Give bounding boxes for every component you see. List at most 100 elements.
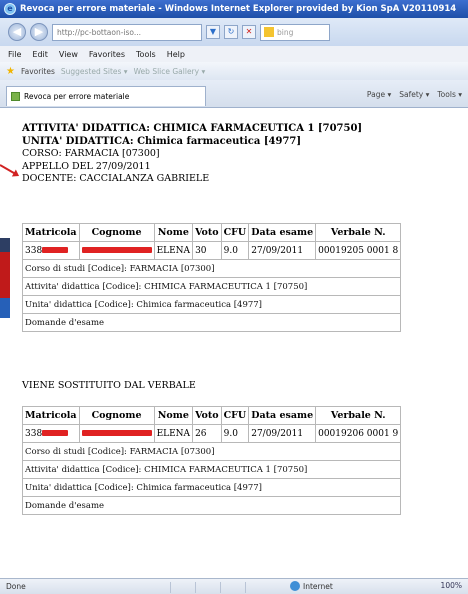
cell-domande: Domande d'esame <box>21 313 402 332</box>
cell-cognome <box>78 241 155 260</box>
table-row: Corso di studi [Codice]: FARMACIA [07300… <box>21 259 402 278</box>
cell-matricola: 338 <box>22 424 80 443</box>
status-divider <box>245 582 246 593</box>
heading-course: CORSO: FARMACIA [07300] <box>22 148 160 159</box>
table-row: Attivita' didattica [Codice]: CHIMICA FA… <box>21 460 402 479</box>
status-divider <box>170 582 171 593</box>
col-data-esame: Data esame <box>248 406 317 425</box>
col-data-esame: Data esame <box>248 223 317 242</box>
gutter-blue-block <box>0 298 10 318</box>
col-cognome: Cognome <box>78 406 155 425</box>
col-cfu: CFU <box>220 406 250 425</box>
gutter-close-icon[interactable] <box>0 238 10 252</box>
favorites-button[interactable]: Favorites <box>21 67 55 76</box>
search-provider-icon <box>264 27 274 37</box>
refresh-button[interactable]: ↻ <box>224 25 238 39</box>
suggested-sites-link[interactable]: Suggested Sites ▾ <box>61 67 128 76</box>
status-bar: Done Internet 100% <box>0 578 468 594</box>
table-row: Unita' didattica [Codice]: Chimica farma… <box>21 295 402 314</box>
menu-file[interactable]: File <box>8 50 21 59</box>
cell-attivita: Attivita' didattica [Codice]: CHIMICA FA… <box>21 460 402 479</box>
col-cfu: CFU <box>220 223 250 242</box>
cell-data-esame: 27/09/2011 <box>248 424 317 443</box>
heading-teacher: DOCENTE: CACCIALANZA GABRIELE <box>22 173 210 184</box>
page-favicon-icon <box>11 92 20 101</box>
cell-cognome <box>78 424 155 443</box>
table-row: 338 ELENA 26 9.0 27/09/2011 00019206 000… <box>22 424 402 443</box>
annotation-arrow-icon <box>0 164 18 176</box>
left-gutter <box>0 238 10 373</box>
menu-tools[interactable]: Tools <box>136 50 156 59</box>
table-row: Corso di studi [Codice]: FARMACIA [07300… <box>21 442 402 461</box>
cell-attivita: Attivita' didattica [Codice]: CHIMICA FA… <box>21 277 402 296</box>
col-verbale: Verbale N. <box>315 406 402 425</box>
record-table-replacement: Matricola Cognome Nome Voto CFU Data esa… <box>21 406 402 515</box>
address-dropdown-button[interactable]: ▼ <box>206 25 220 39</box>
cell-nome: ELENA <box>153 424 194 443</box>
cell-voto: 30 <box>192 241 222 260</box>
menu-favorites[interactable]: Favorites <box>89 50 125 59</box>
heading-unit: UNITA' DIDATTICA: Chimica farmaceutica [… <box>22 135 302 147</box>
redaction-mark <box>81 430 152 436</box>
col-cognome: Cognome <box>78 223 155 242</box>
cell-cfu: 9.0 <box>220 241 250 260</box>
zone-label: Internet <box>303 581 333 591</box>
menu-view[interactable]: View <box>59 50 78 59</box>
cell-domande: Domande d'esame <box>21 496 402 515</box>
substitution-label: VIENE SOSTITUITO DAL VERBALE <box>22 380 196 391</box>
matricola-value: 338 <box>25 428 43 439</box>
zoom-level[interactable]: 100% <box>441 581 462 590</box>
menu-edit[interactable]: Edit <box>32 50 48 59</box>
window-title: Revoca per errore materiale - Windows In… <box>20 4 457 14</box>
tab-revoca[interactable]: Revoca per errore materiale <box>6 86 206 106</box>
record-table-original: Matricola Cognome Nome Voto CFU Data esa… <box>21 223 402 332</box>
table-row: Domande d'esame <box>21 313 402 332</box>
search-placeholder: bing <box>277 27 294 37</box>
tab-bar: Revoca per errore materiale Page ▾ Safet… <box>0 80 468 108</box>
heading-session: APPELLO DEL 27/09/2011 <box>22 160 151 172</box>
favorites-star-icon: ★ <box>6 65 15 77</box>
stop-button[interactable]: ✕ <box>242 25 256 39</box>
table-header-row: Matricola Cognome Nome Voto CFU Data esa… <box>22 223 402 242</box>
cell-verbale: 00019206 0001 9 <box>315 424 402 443</box>
status-divider <box>195 582 196 593</box>
status-divider <box>220 582 221 593</box>
menu-help[interactable]: Help <box>167 50 185 59</box>
cell-unita: Unita' didattica [Codice]: Chimica farma… <box>21 295 402 314</box>
ie-logo-icon: e <box>4 3 16 15</box>
table-row: 338 ELENA 30 9.0 27/09/2011 00019205 000… <box>22 241 402 260</box>
back-button[interactable]: ◀ <box>8 23 26 41</box>
exam-heading: ATTIVITA' DIDATTICA: CHIMICA FARMACEUTIC… <box>22 123 362 186</box>
url-field[interactable]: http://pc-bottaon-iso... <box>52 23 202 41</box>
address-toolbar: ◀ ▶ http://pc-bottaon-iso... ▼ ↻ ✕ bing <box>0 18 468 46</box>
tools-menu-button[interactable]: Tools ▾ <box>437 90 462 99</box>
table-row: Attivita' didattica [Codice]: CHIMICA FA… <box>21 277 402 296</box>
cell-corso: Corso di studi [Codice]: FARMACIA [07300… <box>21 259 402 278</box>
cell-voto: 26 <box>192 424 222 443</box>
safety-menu-button[interactable]: Safety ▾ <box>399 90 429 99</box>
web-slice-gallery-link[interactable]: Web Slice Gallery ▾ <box>134 67 206 76</box>
col-matricola: Matricola <box>22 406 80 425</box>
col-voto: Voto <box>192 406 222 425</box>
redaction-mark <box>81 247 152 253</box>
col-matricola: Matricola <box>22 223 80 242</box>
cell-matricola: 338 <box>22 241 80 260</box>
search-input[interactable]: bing <box>260 23 330 41</box>
favorites-bar: ★ Favorites Suggested Sites ▾ Web Slice … <box>0 62 468 80</box>
tab-label: Revoca per errore materiale <box>24 92 130 101</box>
gutter-red-block <box>0 252 10 298</box>
security-zone[interactable]: Internet <box>290 581 333 591</box>
col-verbale: Verbale N. <box>315 223 402 242</box>
col-nome: Nome <box>153 406 194 425</box>
page-menu-button[interactable]: Page ▾ <box>367 90 391 99</box>
window-titlebar: e Revoca per errore materiale - Windows … <box>0 0 468 18</box>
heading-activity: ATTIVITA' DIDATTICA: CHIMICA FARMACEUTIC… <box>22 123 363 134</box>
page-content: ATTIVITA' DIDATTICA: CHIMICA FARMACEUTIC… <box>0 108 468 578</box>
cell-unita: Unita' didattica [Codice]: Chimica farma… <box>21 478 402 497</box>
cell-corso: Corso di studi [Codice]: FARMACIA [07300… <box>21 442 402 461</box>
menu-bar: File Edit View Favorites Tools Help <box>0 46 468 62</box>
forward-button[interactable]: ▶ <box>30 23 48 41</box>
table-header-row: Matricola Cognome Nome Voto CFU Data esa… <box>22 406 402 425</box>
col-nome: Nome <box>153 223 194 242</box>
cell-cfu: 9.0 <box>220 424 250 443</box>
